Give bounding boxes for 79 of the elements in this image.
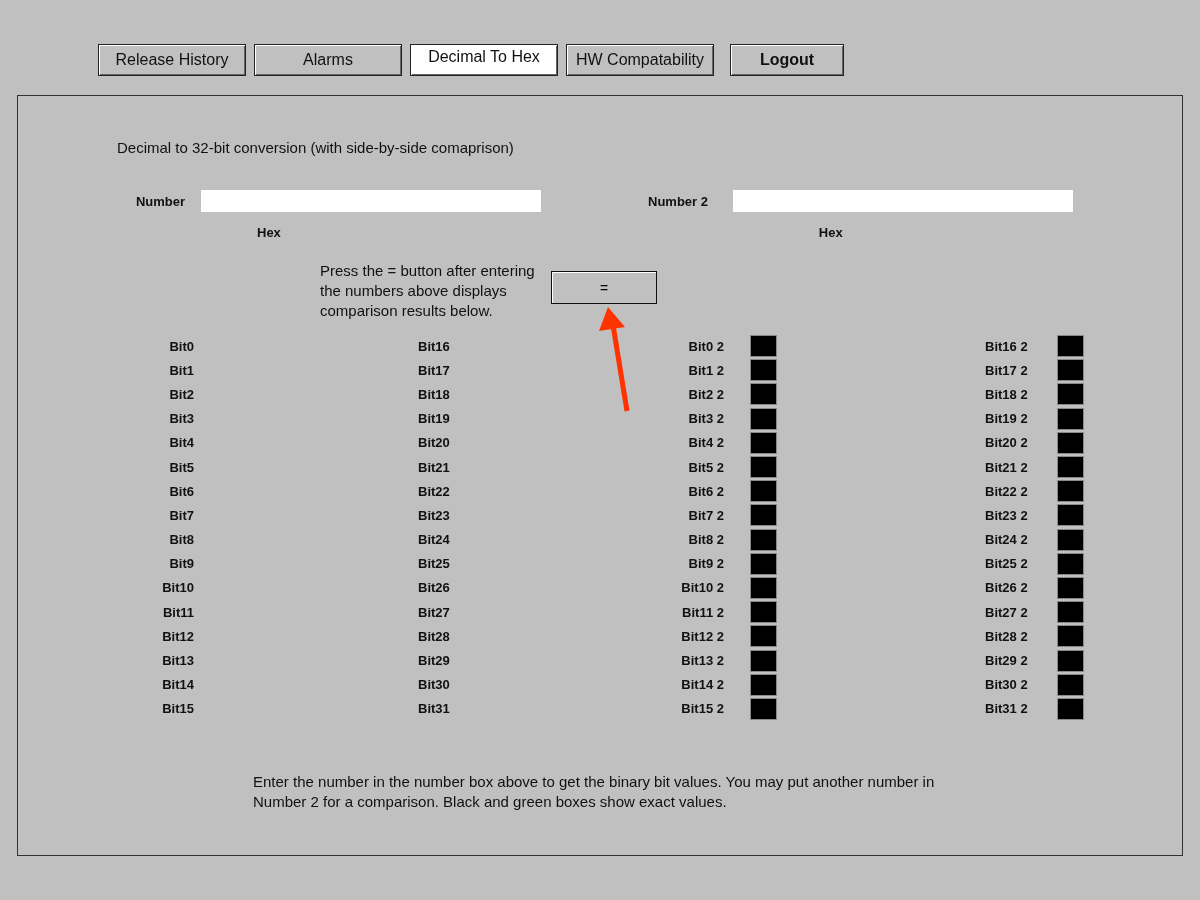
page-title: Decimal to 32-bit conversion (with side-by-side comaprison) bbox=[117, 138, 515, 158]
bit-label: Bit15 2 bbox=[680, 701, 724, 717]
tab[interactable]: HW Compatability bbox=[566, 44, 714, 76]
bit-label: Bit6 2 bbox=[687, 483, 724, 499]
bit-label: Bit25 2 bbox=[985, 556, 1029, 572]
bit-label: Bit14 2 bbox=[680, 677, 724, 693]
bit-label: Bit20 bbox=[418, 435, 450, 451]
bit-label: Bit9 bbox=[169, 556, 194, 572]
bit-label: Bit1 2 bbox=[687, 362, 724, 378]
bit-label: Bit15 bbox=[162, 701, 194, 717]
bit-label: Bit30 2 bbox=[985, 677, 1029, 693]
number-input[interactable] bbox=[733, 190, 1073, 212]
bit-label: Bit16 bbox=[418, 338, 450, 354]
bit-label: Bit23 2 bbox=[985, 507, 1029, 523]
bit-label: Bit17 bbox=[418, 362, 450, 378]
instruction-text: Press the = button after entering the numbers above displays comparison results below. bbox=[320, 261, 536, 321]
bit-label: Bit21 2 bbox=[985, 459, 1029, 475]
bit-label: Bit2 bbox=[169, 386, 194, 402]
bit-label: Bit1 bbox=[169, 362, 194, 378]
bit-label: Bit24 2 bbox=[985, 532, 1029, 548]
footer-note: Enter the number in the number box above to get the binary bit values. You may put another number in Number 2 for a comparison. Black and green boxes show exact values. bbox=[253, 772, 936, 812]
bit-label: Bit27 2 bbox=[985, 604, 1029, 620]
number-input[interactable] bbox=[201, 190, 541, 212]
bit-label: Bit10 bbox=[162, 580, 194, 596]
bit-label: Bit5 2 bbox=[687, 459, 724, 475]
bit-label: Bit18 2 bbox=[985, 386, 1029, 402]
bit-label: Bit12 2 bbox=[680, 628, 724, 644]
bit-label: Bit17 2 bbox=[985, 362, 1029, 378]
bit-label: Bit7 2 bbox=[687, 507, 724, 523]
bit-label: Bit19 bbox=[418, 411, 450, 427]
bit-label: Bit29 bbox=[418, 653, 450, 669]
bit-label: Bit0 bbox=[169, 338, 194, 354]
bit-label: Bit4 bbox=[169, 435, 194, 451]
bit-label: Bit7 bbox=[169, 507, 194, 523]
tab[interactable]: Alarms bbox=[254, 44, 402, 76]
bit-label: Bit13 bbox=[162, 653, 194, 669]
bit-label: Bit3 bbox=[169, 411, 194, 427]
bit-label: Bit12 bbox=[162, 628, 194, 644]
bit-label: Bit25 bbox=[418, 556, 450, 572]
bit-label: Bit16 2 bbox=[985, 338, 1029, 354]
bit-label: Bit11 2 bbox=[681, 604, 724, 620]
equals-button[interactable]: = bbox=[551, 271, 657, 304]
bit-label: Bit4 2 bbox=[687, 435, 724, 451]
bit-label: Bit31 bbox=[418, 701, 450, 717]
bit-label: Bit28 bbox=[418, 628, 450, 644]
bit-label: Bit18 bbox=[418, 386, 450, 402]
bit-label: Bit8 2 bbox=[687, 532, 724, 548]
bit-label: Bit23 bbox=[418, 507, 450, 523]
tab[interactable]: Release History bbox=[98, 44, 246, 76]
bit-label: Bit0 2 bbox=[687, 338, 724, 354]
bit-label: Bit8 bbox=[169, 532, 194, 548]
bit-label: Bit3 2 bbox=[687, 411, 724, 427]
hex-label: Hex bbox=[818, 225, 843, 241]
bit-label: Bit31 2 bbox=[985, 701, 1029, 717]
bit-label: Bit19 2 bbox=[985, 411, 1029, 427]
bit-label: Bit14 bbox=[162, 677, 194, 693]
tab[interactable]: Decimal To Hex bbox=[410, 44, 558, 76]
bit-label: Bit26 bbox=[418, 580, 450, 596]
bit-label: Bit6 bbox=[169, 483, 194, 499]
bit-label: Bit29 2 bbox=[985, 653, 1029, 669]
hex-label: Hex bbox=[257, 225, 281, 241]
bit-label: Bit2 2 bbox=[687, 386, 724, 402]
field-label: Number 2 bbox=[647, 193, 708, 209]
bit-label: Bit21 bbox=[418, 459, 450, 475]
bit-label: Bit22 2 bbox=[985, 483, 1029, 499]
bit-label: Bit24 bbox=[418, 532, 450, 548]
bit-label: Bit13 2 bbox=[680, 653, 724, 669]
bit-label: Bit28 2 bbox=[985, 628, 1029, 644]
field-label: Number bbox=[134, 193, 185, 209]
bit-label: Bit9 2 bbox=[687, 556, 724, 572]
bit-label: Bit11 bbox=[162, 604, 194, 620]
bit-label: Bit27 bbox=[418, 604, 450, 620]
bit-label: Bit20 2 bbox=[985, 435, 1029, 451]
bit-label: Bit10 2 bbox=[680, 580, 724, 596]
bit-label: Bit30 bbox=[418, 677, 450, 693]
logout-button[interactable]: Logout bbox=[730, 44, 844, 76]
bit-label: Bit26 2 bbox=[985, 580, 1029, 596]
bit-label: Bit5 bbox=[169, 459, 194, 475]
bit-label: Bit22 bbox=[418, 483, 450, 499]
